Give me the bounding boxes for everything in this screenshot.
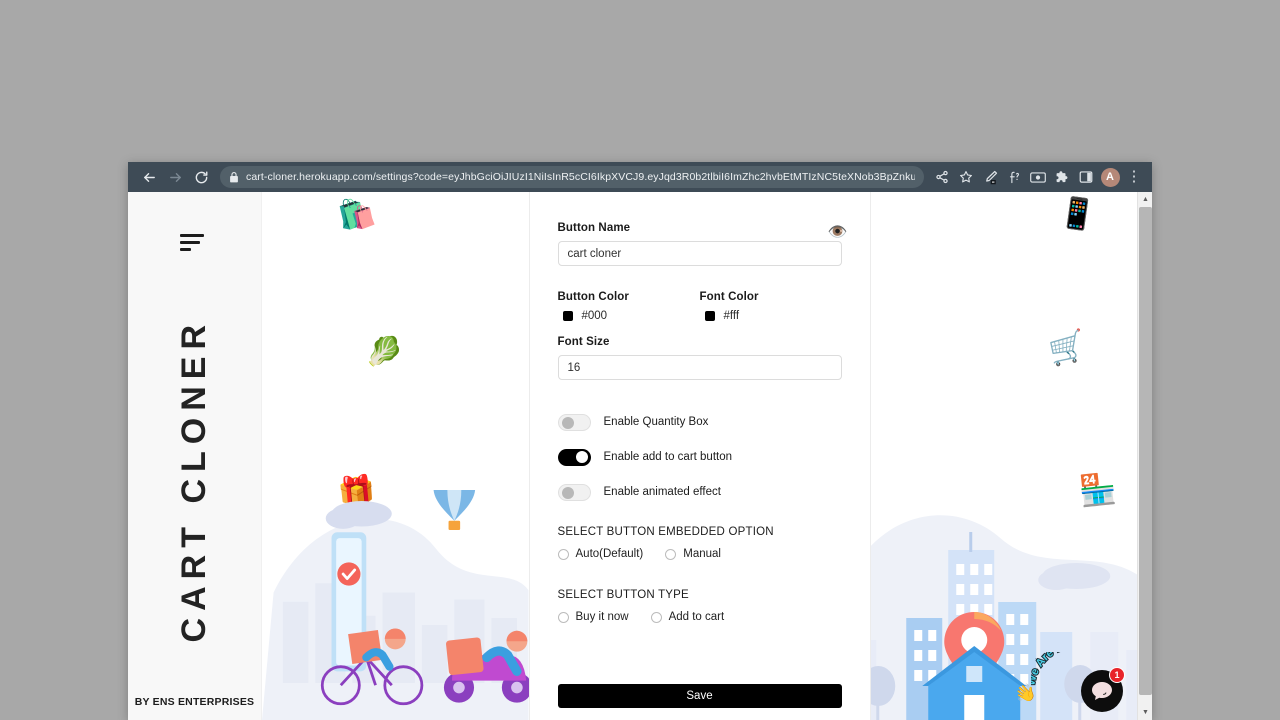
scroll-thumb[interactable] <box>1139 207 1152 695</box>
preview-eye-icon[interactable]: 👁️ <box>828 225 848 241</box>
chat-badge-count: 1 <box>1109 667 1125 683</box>
radio-option-buy-it-now[interactable]: Buy it now <box>557 611 629 623</box>
toggle-knob <box>561 417 574 429</box>
toggle-knob <box>561 487 574 499</box>
font-size-label: Font Size <box>557 336 610 348</box>
highlighter-pen-icon[interactable] <box>978 165 1002 189</box>
browser-toolbar: cart-cloner.herokuapp.com/settings?code=… <box>128 162 1152 192</box>
radio-dot[interactable] <box>557 548 569 560</box>
font-size-input[interactable] <box>557 355 842 380</box>
extensions-puzzle-icon[interactable] <box>1050 165 1074 189</box>
sidebar: CART CLONER BY ENS ENTERPRISES <box>128 192 262 720</box>
card-payment-icon[interactable] <box>1026 165 1050 189</box>
button-color-group: Button Color #000 <box>558 291 700 322</box>
menu-line <box>180 234 204 237</box>
font-color-label: Font Color <box>699 291 759 303</box>
avatar: A <box>1100 167 1120 187</box>
button-type-radio-row: Buy it now Add to cart <box>557 611 842 623</box>
bookmark-star-icon[interactable] <box>954 165 978 189</box>
embedded-option-section: SELECT BUTTON EMBEDDED OPTION Auto(Defau… <box>557 526 842 560</box>
font-color-swatch[interactable] <box>704 311 715 321</box>
chat-greeting-label: We Are Here! <box>1031 652 1087 687</box>
menu-line <box>180 241 200 244</box>
back-button[interactable] <box>136 164 162 190</box>
font-tool-icon[interactable] <box>1002 165 1026 189</box>
toggle-knob <box>575 451 588 463</box>
toggle-enable-animated-effect[interactable] <box>557 483 591 501</box>
paper-bag-icon: 🛒 <box>1045 328 1089 369</box>
font-color-picker[interactable]: #fff <box>700 310 842 322</box>
font-size-field-group: Font Size <box>557 336 842 380</box>
toggle-label-quantity-box: Enable Quantity Box <box>603 416 709 428</box>
sidebar-footer-text: BY ENS ENTERPRISES <box>134 696 255 708</box>
toggle-enable-quantity-box[interactable] <box>557 413 591 431</box>
storefront-icon: 🏪 <box>1076 472 1118 509</box>
chat-widget[interactable]: We Are Here! 👋 1 <box>1012 646 1125 716</box>
embedded-option-title: SELECT BUTTON EMBEDDED OPTION <box>557 526 774 538</box>
brand-title-text: CART CLONER <box>175 317 213 643</box>
mobile-payment-icon: 📱 <box>1056 195 1099 234</box>
radio-option-auto-default[interactable]: Auto(Default) <box>557 548 644 560</box>
button-type-section: SELECT BUTTON TYPE Buy it now Add to car… <box>557 589 842 623</box>
address-bar[interactable]: cart-cloner.herokuapp.com/settings?code=… <box>220 166 924 188</box>
font-color-group: Font Color #fff <box>700 291 842 322</box>
decorative-column-left: 🛍️ 🥬 🎁 <box>262 192 530 720</box>
shopping-bags-icon: 🛍️ <box>334 194 379 235</box>
radio-dot[interactable] <box>665 548 677 560</box>
gift-bag-icon: 🎁 <box>336 474 377 511</box>
settings-form-panel: 👁️ Button Name Button Color #000 Font <box>529 192 870 720</box>
chat-bubble-button[interactable]: 1 <box>1081 667 1125 712</box>
page-viewport: CART CLONER BY ENS ENTERPRISES 🛍️ 🥬 🎁 👁️… <box>128 192 1152 720</box>
scroll-down-arrow[interactable]: ▼ <box>1138 705 1152 720</box>
button-color-picker[interactable]: #000 <box>558 310 700 322</box>
forward-button[interactable] <box>162 164 188 190</box>
button-color-swatch[interactable] <box>562 311 573 321</box>
toggle-row-add-to-cart: Enable add to cart button <box>557 445 842 469</box>
browser-window: cart-cloner.herokuapp.com/settings?code=… <box>128 162 1152 720</box>
side-panel-icon[interactable] <box>1074 165 1098 189</box>
page-scrollbar[interactable]: ▲ ▼ <box>1137 192 1152 720</box>
embedded-option-radio-row: Auto(Default) Manual <box>557 548 842 560</box>
three-dot-menu-label: ⋮ <box>1126 167 1142 185</box>
reload-button[interactable] <box>188 164 214 190</box>
toggle-row-quantity-box: Enable Quantity Box <box>557 410 842 434</box>
app-root: CART CLONER BY ENS ENTERPRISES 🛍️ 🥬 🎁 👁️… <box>128 192 1137 720</box>
radio-dot[interactable] <box>650 611 662 623</box>
toggle-label-animated-effect: Enable animated effect <box>603 486 721 498</box>
font-color-value: #fff <box>723 310 740 322</box>
toggle-row-animated-effect: Enable animated effect <box>557 480 842 504</box>
button-name-input[interactable] <box>557 241 842 266</box>
scroll-up-arrow[interactable]: ▲ <box>1138 192 1152 207</box>
brand-title: CART CLONER <box>128 280 261 680</box>
radio-label-add-to-cart: Add to cart <box>668 611 725 623</box>
save-button[interactable]: Save <box>557 684 842 708</box>
radio-option-manual[interactable]: Manual <box>665 548 721 560</box>
radio-label-auto-default: Auto(Default) <box>575 548 644 560</box>
button-type-title: SELECT BUTTON TYPE <box>557 589 689 601</box>
svg-text:We Are Here!: We Are Here! <box>1031 652 1087 687</box>
chat-bubble-icon <box>1092 682 1112 700</box>
toggle-list: Enable Quantity Box Enable add to cart b… <box>557 410 842 504</box>
button-name-label: Button Name <box>557 222 631 234</box>
color-row: Button Color #000 Font Color #fff <box>558 291 842 322</box>
toggle-enable-add-to-cart-button[interactable] <box>557 448 591 466</box>
delivery-illustration <box>262 490 529 720</box>
decorative-column-right: 📱 🛒 🏪 Are 👋 1 <box>869 192 1137 720</box>
toggle-label-add-to-cart: Enable add to cart button <box>603 451 733 463</box>
three-dot-menu-icon[interactable]: ⋮ <box>1122 165 1146 189</box>
radio-option-add-to-cart[interactable]: Add to cart <box>650 611 725 623</box>
profile-avatar-icon[interactable]: A <box>1098 165 1122 189</box>
radio-label-buy-it-now: Buy it now <box>575 611 629 623</box>
lock-icon <box>230 171 238 182</box>
button-color-label: Button Color <box>557 291 629 303</box>
button-name-field-group: Button Name <box>557 222 842 266</box>
radio-label-manual: Manual <box>683 548 721 560</box>
radio-dot[interactable] <box>557 611 569 623</box>
share-icon[interactable] <box>930 165 954 189</box>
hamburger-menu-icon[interactable] <box>180 234 206 255</box>
button-color-value: #000 <box>581 310 608 322</box>
menu-line <box>180 248 191 251</box>
address-bar-url: cart-cloner.herokuapp.com/settings?code=… <box>246 171 915 183</box>
grocery-bag-icon: 🥬 <box>363 333 406 372</box>
